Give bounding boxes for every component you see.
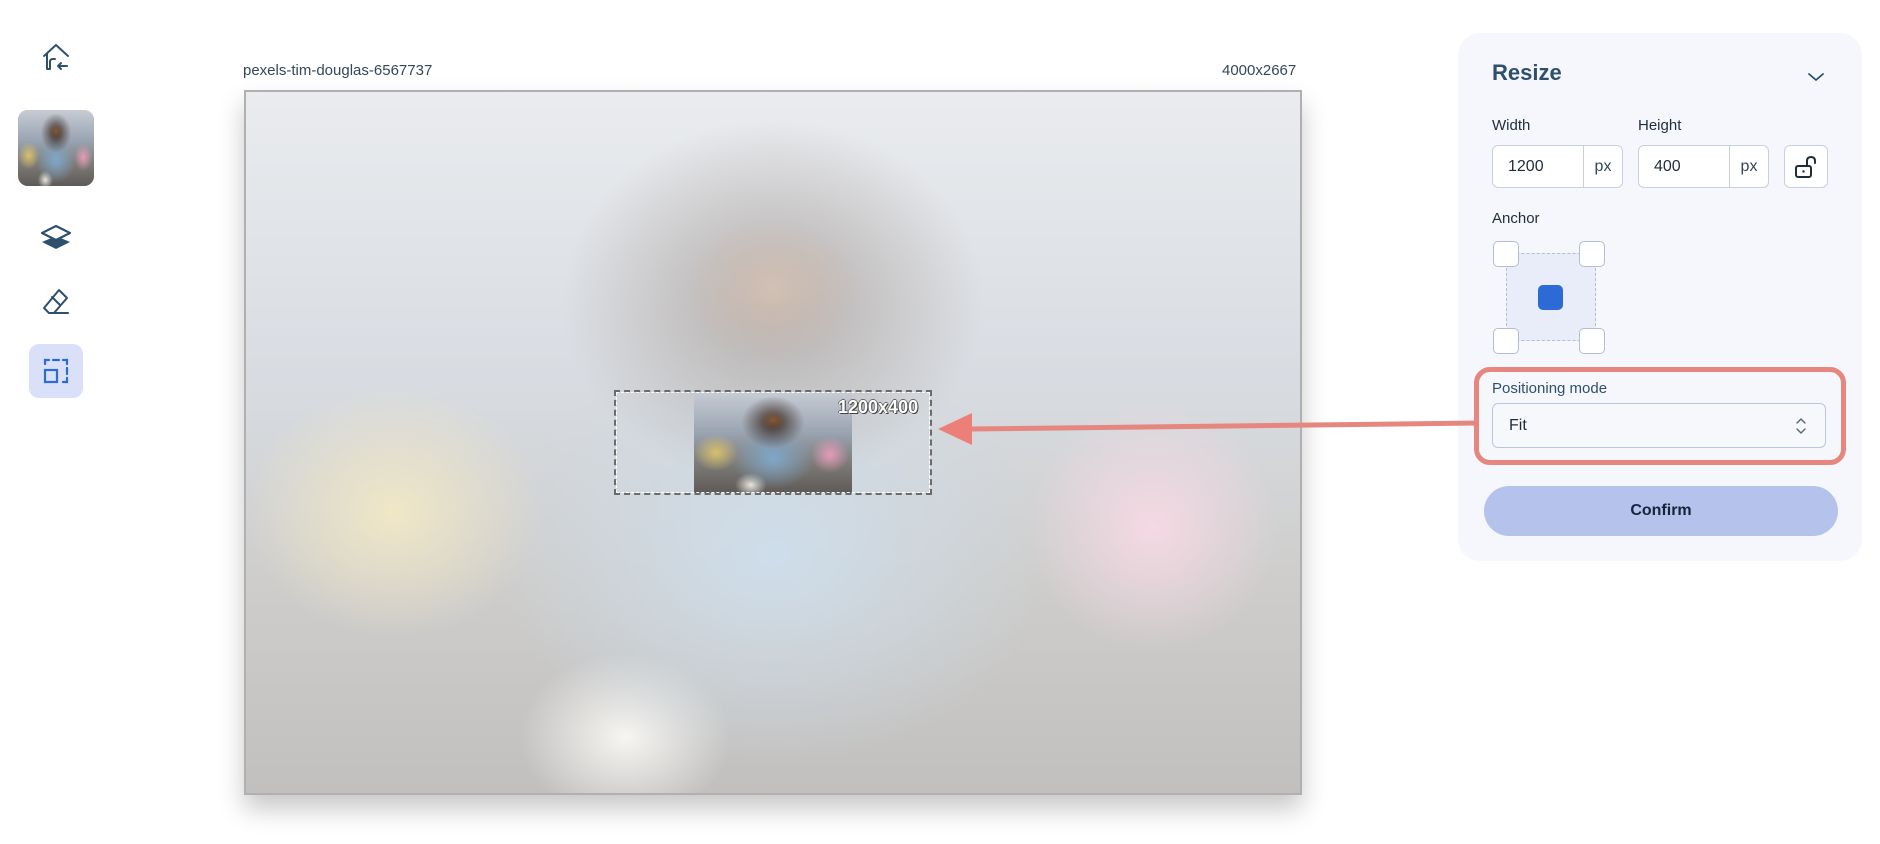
positioning-mode-value: Fit — [1509, 416, 1527, 434]
unlock-icon — [1795, 155, 1816, 178]
width-label: Width — [1492, 117, 1531, 134]
resize-button[interactable] — [29, 344, 83, 398]
positioning-mode-label: Positioning mode — [1492, 380, 1608, 397]
select-updown-icon — [1796, 418, 1806, 434]
chevron-down-icon[interactable] — [1804, 65, 1828, 89]
anchor-label: Anchor — [1492, 210, 1540, 227]
eraser-button[interactable] — [29, 276, 83, 330]
resize-icon — [43, 358, 69, 384]
anchor-center-selected[interactable] — [1538, 285, 1563, 310]
home-button[interactable] — [29, 30, 83, 84]
eraser-icon — [43, 289, 69, 314]
thumbnail-photo — [18, 110, 94, 186]
anchor-bottom-right[interactable] — [1579, 328, 1605, 354]
left-toolbar — [0, 0, 112, 844]
positioning-mode-select[interactable]: Fit — [1492, 403, 1826, 448]
panel-title: Resize — [1492, 60, 1562, 85]
layers-button[interactable] — [29, 210, 83, 264]
width-input[interactable] — [1493, 146, 1583, 187]
anchor-top-right[interactable] — [1579, 241, 1605, 267]
home-back-icon — [43, 44, 69, 70]
width-field: px — [1492, 145, 1623, 188]
height-input[interactable] — [1639, 146, 1729, 187]
anchor-top-left[interactable] — [1493, 241, 1519, 267]
height-label: Height — [1638, 117, 1682, 134]
height-unit: px — [1729, 146, 1768, 187]
resize-panel: Resize Width px Height px Anchor Positio… — [1458, 33, 1862, 561]
image-filename: pexels-tim-douglas-6567737 — [243, 62, 433, 79]
anchor-bottom-left[interactable] — [1493, 328, 1519, 354]
confirm-button[interactable]: Confirm — [1484, 486, 1838, 536]
aspect-lock-button[interactable] — [1784, 145, 1828, 188]
image-dimensions: 4000x2667 — [1222, 62, 1297, 79]
image-thumbnail[interactable] — [18, 110, 94, 186]
layers-icon — [40, 224, 72, 249]
height-field: px — [1638, 145, 1769, 188]
resize-frame-label: 1200x400 — [838, 397, 919, 417]
width-unit: px — [1583, 146, 1622, 187]
